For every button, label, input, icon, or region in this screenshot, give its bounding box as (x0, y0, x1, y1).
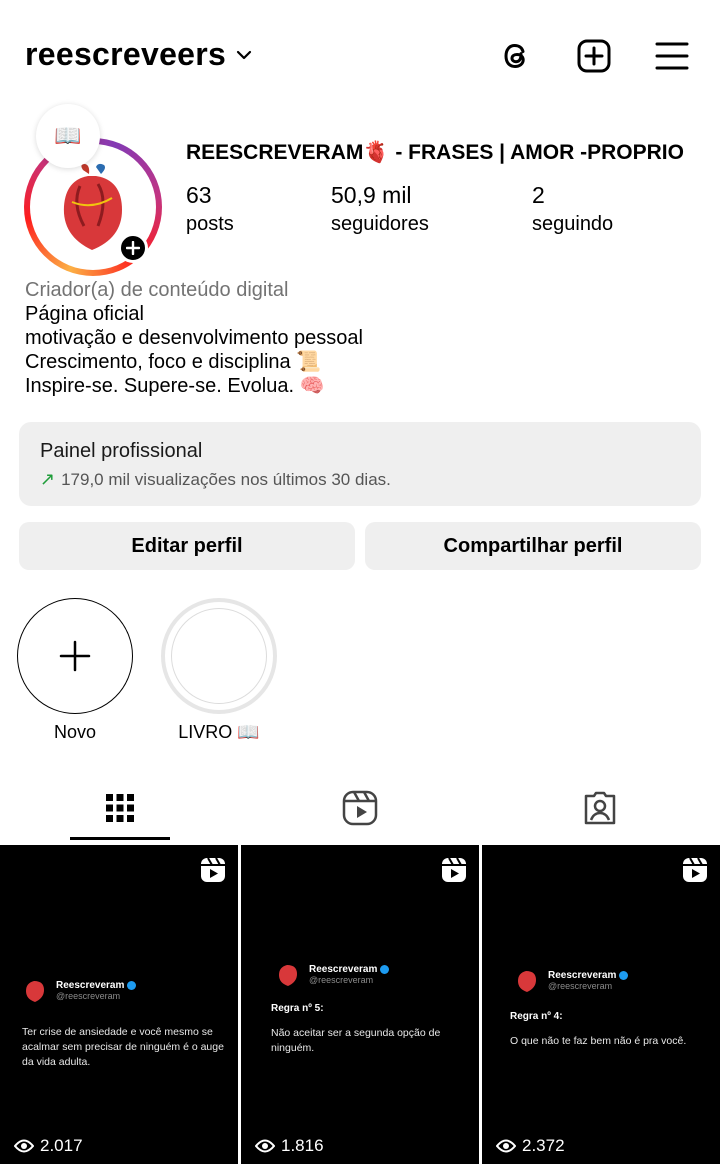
threads-icon[interactable] (498, 38, 534, 74)
anatomical-heart-icon (63, 163, 122, 250)
highlight-new[interactable]: Novo (16, 598, 134, 743)
reel-post[interactable]: Reescreveram @reescreveram Regra nº 4: O… (482, 845, 720, 1164)
highlight-livro[interactable]: LIVRO 📖 (160, 598, 278, 743)
view-count-value: 1.816 (281, 1136, 324, 1155)
reel-post[interactable]: Reescreveram @reescreveram Ter crise de … (0, 845, 238, 1164)
eye-icon (255, 1139, 275, 1153)
reels-icon (342, 790, 378, 826)
reels-icon (683, 857, 707, 882)
book-icon: 📖 (54, 123, 82, 148)
view-count-value: 2.017 (40, 1136, 83, 1155)
display-name: REESCREVERAM🫀 - FRASES | AMOR -PROPRIO (186, 141, 684, 164)
tweet-card: Reescreveram @reescreveram Ter crise de … (22, 977, 228, 1070)
heart-avatar-icon (514, 967, 540, 993)
tweet-author: Reescreveram (56, 979, 125, 991)
add-post-icon[interactable] (576, 38, 612, 74)
eye-icon (14, 1139, 34, 1153)
note-bubble[interactable]: 📖 (36, 104, 100, 168)
dashboard-subtitle: 179,0 mil visualizações nos últimos 30 d… (61, 469, 391, 489)
view-count: 1.816 (255, 1136, 324, 1156)
posts-grid: Reescreveram @reescreveram Ter crise de … (0, 845, 720, 1164)
heart-avatar-icon (275, 961, 301, 987)
heart-avatar-icon (22, 977, 48, 1003)
stat-value: 50,9 mil (331, 182, 412, 208)
tweet-handle: @reescreveram (56, 990, 121, 1001)
chevron-down-icon (237, 50, 252, 59)
dashboard-title: Painel profissional (40, 440, 203, 462)
tab-reels[interactable] (240, 775, 480, 841)
tweet-text: Não aceitar ser a segunda opção de ningu… (271, 1027, 441, 1054)
stat-following[interactable]: 2 seguindo (532, 180, 613, 238)
highlight-cover (171, 608, 267, 704)
view-count-value: 2.372 (522, 1136, 565, 1155)
profile-tabs (0, 775, 720, 841)
professional-dashboard[interactable]: Painel profissional ↗ 179,0 mil visualiz… (19, 422, 701, 506)
stat-label: seguindo (532, 213, 614, 235)
trend-up-icon: ↗ (40, 469, 56, 489)
edit-profile-button[interactable]: Editar perfil (19, 522, 355, 570)
profile-bio: Criador(a) de conteúdo digital Página of… (25, 278, 705, 398)
active-tab-indicator (70, 837, 170, 840)
verified-icon (380, 964, 390, 974)
stat-value: 2 (532, 182, 545, 208)
tweet-text: O que não te faz bem não é pra você. (510, 1035, 687, 1047)
bio-line: Inspire-se. Supere-se. Evolua. 🧠 (25, 375, 325, 397)
account-switcher[interactable]: reescreveers (25, 36, 252, 73)
stat-label: seguidores (331, 213, 429, 235)
tweet-text: Ter crise de ansiedade e você mesmo se a… (22, 1026, 224, 1068)
plus-icon (126, 241, 140, 255)
highlight-label: Novo (53, 722, 97, 742)
tweet-handle: @reescreveram (548, 980, 613, 991)
bio-line: motivação e desenvolvimento pessoal (25, 327, 363, 349)
highlight-label: LIVRO 📖 (178, 722, 260, 742)
add-story-button[interactable] (118, 233, 148, 263)
stat-posts[interactable]: 63 posts (186, 180, 234, 238)
grid-icon (106, 794, 134, 822)
tweet-handle: @reescreveram (309, 974, 374, 985)
eye-icon (496, 1139, 516, 1153)
username: reescreveers (25, 36, 227, 72)
verified-icon (619, 970, 629, 980)
tab-tagged[interactable] (480, 775, 720, 841)
reels-icon (201, 857, 225, 882)
tweet-rule: Regra nº 4: (510, 1011, 563, 1022)
tweet-card: Reescreveram @reescreveram (275, 961, 469, 987)
view-count: 2.017 (14, 1136, 83, 1156)
tweet-content: Regra nº 4: O que não te faz bem não é p… (510, 1011, 710, 1049)
tweet-author: Reescreveram (548, 969, 617, 981)
share-profile-button[interactable]: Compartilhar perfil (365, 522, 701, 570)
reels-icon (442, 857, 466, 882)
tab-posts[interactable] (0, 775, 240, 841)
tweet-card: Reescreveram @reescreveram (514, 967, 710, 993)
verified-icon (127, 980, 137, 990)
plus-icon (59, 640, 91, 672)
profile-stats: 63 posts 50,9 mil seguidores 2 seguindo (186, 180, 686, 240)
tagged-icon (584, 791, 616, 825)
bio-line: Crescimento, foco e disciplina 📜 (25, 351, 322, 373)
tweet-content: Regra nº 5: Não aceitar ser a segunda op… (271, 1003, 469, 1056)
bio-line: Página oficial (25, 303, 144, 325)
view-count: 2.372 (496, 1136, 565, 1156)
menu-icon[interactable] (654, 38, 690, 74)
tweet-rule: Regra nº 5: (271, 1003, 324, 1014)
stat-label: posts (186, 213, 234, 235)
stat-value: 63 (186, 182, 212, 208)
reel-post[interactable]: Reescreveram @reescreveram Regra nº 5: N… (241, 845, 479, 1164)
tweet-author: Reescreveram (309, 963, 378, 975)
category-label: Criador(a) de conteúdo digital (25, 279, 289, 301)
stat-followers[interactable]: 50,9 mil seguidores (331, 180, 429, 238)
top-bar: reescreveers (0, 0, 720, 110)
